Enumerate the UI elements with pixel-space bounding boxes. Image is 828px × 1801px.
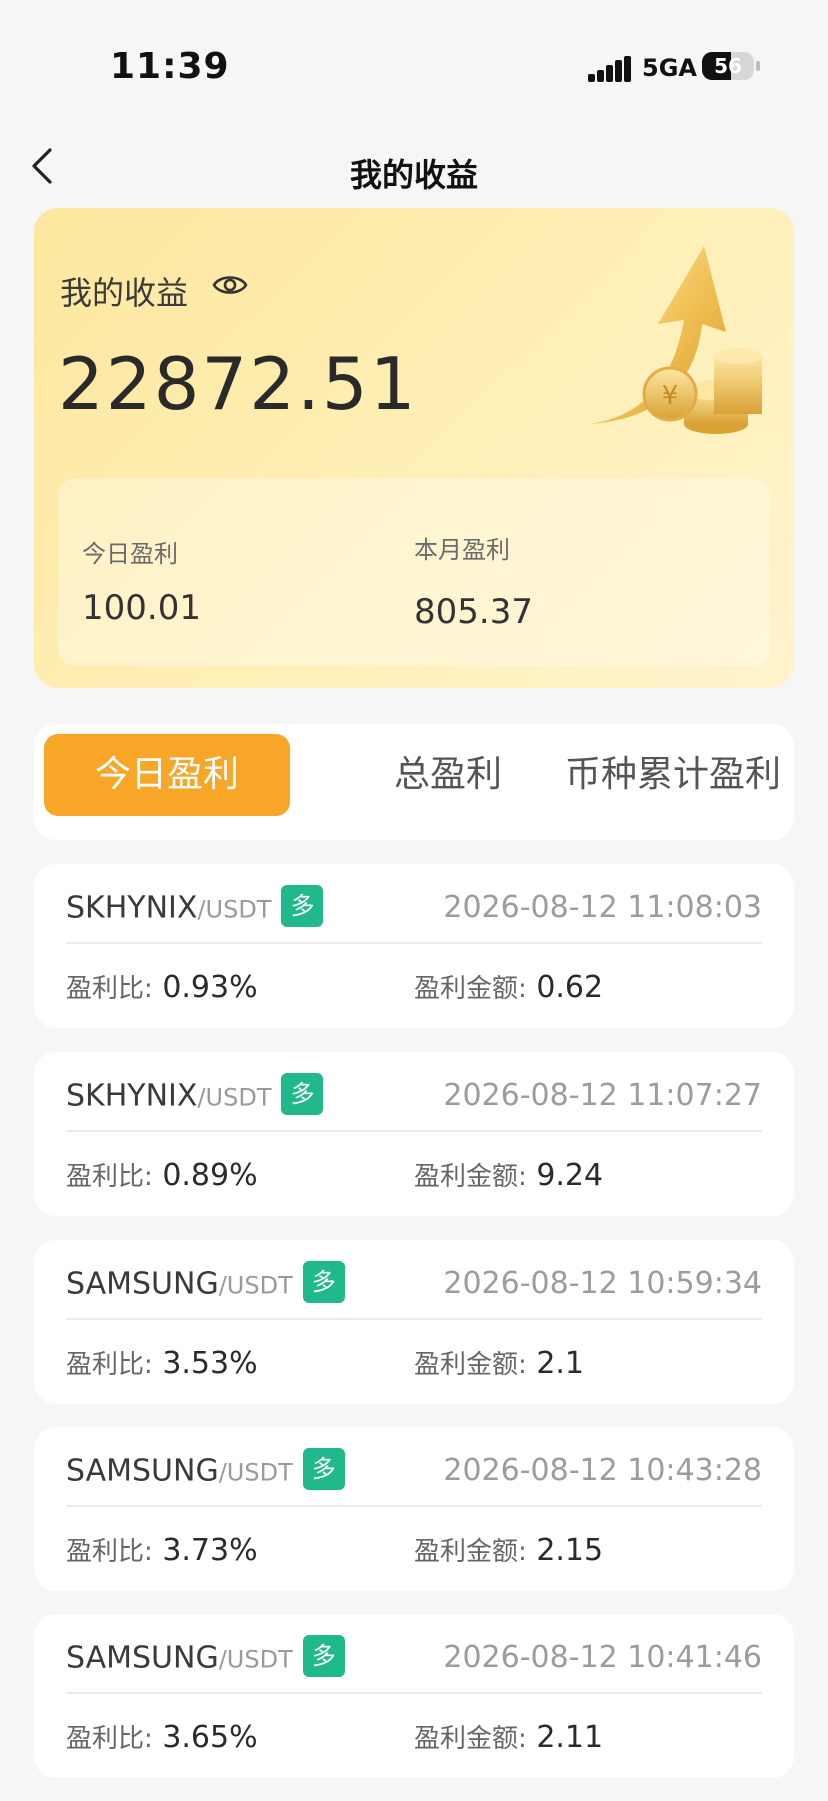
record-symbol: SKHYNIX/USDT 多	[66, 1073, 324, 1118]
profit-ratio: 盈利比: 0.93%	[66, 968, 258, 1005]
profit-record-card[interactable]: SAMSUNG/USDT 多 2026-08-12 10:41:46 盈利比: 3…	[34, 1614, 794, 1778]
svg-text:¥: ¥	[662, 381, 679, 411]
profit-amount-label: 盈利金额:	[414, 1537, 527, 1567]
profit-amount: 盈利金额: 2.11	[414, 1718, 603, 1755]
profit-amount-value: 9.24	[536, 1158, 604, 1193]
long-badge: 多	[281, 1073, 324, 1115]
tab-coin-cumulative-profit[interactable]: 币种累计盈利	[542, 734, 804, 816]
profit-amount: 盈利金额: 2.1	[414, 1344, 584, 1381]
total-earnings: 22872.51	[58, 342, 418, 426]
record-time: 2026-08-12 11:07:27	[443, 1078, 762, 1113]
profit-amount-value: 2.1	[536, 1346, 585, 1381]
profit-amount-label: 盈利金额:	[414, 1162, 527, 1192]
symbol-name: SAMSUNG	[66, 1453, 219, 1489]
profit-amount-value: 0.62	[536, 970, 604, 1005]
divider	[66, 1505, 762, 1507]
profit-breakdown: 今日盈利 100.01 本月盈利 805.37	[58, 478, 770, 666]
symbol-quote: /USDT	[197, 895, 272, 924]
eye-icon[interactable]	[212, 270, 248, 300]
profit-ratio-label: 盈利比:	[66, 1350, 153, 1380]
today-profit-value: 100.01	[82, 588, 201, 628]
long-badge: 多	[302, 1261, 345, 1303]
profit-record-card[interactable]: SAMSUNG/USDT 多 2026-08-12 10:59:34 盈利比: 3…	[34, 1240, 794, 1404]
profit-amount: 盈利金额: 9.24	[414, 1156, 603, 1193]
profit-ratio-value: 3.73%	[162, 1533, 258, 1568]
status-bar: 11:39 5GA 56	[0, 0, 828, 130]
symbol-name: SKHYNIX	[66, 1078, 198, 1114]
profit-record-card[interactable]: SAMSUNG/USDT 多 2026-08-12 10:43:28 盈利比: 3…	[34, 1427, 794, 1591]
profit-tabs: 今日盈利 总盈利 币种累计盈利	[34, 724, 794, 840]
profit-ratio-value: 0.89%	[162, 1158, 258, 1193]
long-badge: 多	[302, 1448, 345, 1490]
profit-ratio-label: 盈利比:	[66, 1537, 153, 1567]
symbol-name: SAMSUNG	[66, 1266, 219, 1302]
profit-ratio-value: 3.65%	[162, 1720, 258, 1755]
page-title: 我的收益	[349, 156, 478, 194]
month-profit-label: 本月盈利	[414, 536, 510, 564]
profit-ratio-label: 盈利比:	[66, 1724, 153, 1754]
divider	[66, 1318, 762, 1320]
record-symbol: SAMSUNG/USDT 多	[66, 1635, 345, 1680]
divider	[66, 1130, 762, 1132]
profit-amount-label: 盈利金额:	[414, 1724, 527, 1754]
symbol-quote: /USDT	[197, 1083, 272, 1112]
nav-bar: 我的收益	[0, 130, 828, 210]
profit-ratio: 盈利比: 3.65%	[66, 1718, 258, 1755]
profit-record-card[interactable]: SKHYNIX/USDT 多 2026-08-12 11:07:27 盈利比: 0…	[34, 1052, 794, 1216]
record-time: 2026-08-12 10:59:34	[443, 1266, 762, 1301]
network-type: 5GA	[642, 54, 697, 82]
symbol-name: SAMSUNG	[66, 1640, 219, 1676]
symbol-quote: /USDT	[218, 1458, 293, 1487]
profit-ratio: 盈利比: 3.53%	[66, 1344, 258, 1381]
battery-tip	[756, 61, 760, 71]
battery-percent: 56	[714, 54, 742, 78]
record-time: 2026-08-12 11:08:03	[443, 890, 762, 925]
record-time: 2026-08-12 10:43:28	[443, 1453, 762, 1488]
symbol-quote: /USDT	[218, 1645, 293, 1674]
divider	[66, 1692, 762, 1694]
profit-amount-value: 2.11	[536, 1720, 604, 1755]
profit-ratio-label: 盈利比:	[66, 1162, 153, 1192]
profit-ratio: 盈利比: 0.89%	[66, 1156, 258, 1193]
cellular-signal-icon	[588, 56, 632, 82]
divider	[66, 942, 762, 944]
profit-amount-label: 盈利金额:	[414, 974, 527, 1004]
arrow-coins-icon: ¥	[586, 244, 776, 434]
record-symbol: SAMSUNG/USDT 多	[66, 1448, 345, 1493]
status-time: 11:39	[110, 46, 230, 87]
tab-today-profit[interactable]: 今日盈利	[44, 734, 290, 816]
month-profit-value: 805.37	[414, 592, 533, 632]
symbol-quote: /USDT	[218, 1271, 293, 1300]
profit-ratio: 盈利比: 3.73%	[66, 1531, 258, 1568]
profit-ratio-value: 3.53%	[162, 1346, 258, 1381]
earnings-summary-card: 我的收益 22872.51 ¥ 今日盈利 100.01 本月盈利 805.37	[34, 208, 794, 688]
long-badge: 多	[302, 1635, 345, 1677]
profit-amount-label: 盈利金额:	[414, 1350, 527, 1380]
record-symbol: SAMSUNG/USDT 多	[66, 1261, 345, 1306]
symbol-name: SKHYNIX	[66, 890, 198, 926]
profit-amount-value: 2.15	[536, 1533, 604, 1568]
today-profit-label: 今日盈利	[82, 540, 178, 568]
long-badge: 多	[281, 885, 324, 927]
profit-amount: 盈利金额: 0.62	[414, 968, 603, 1005]
profit-amount: 盈利金额: 2.15	[414, 1531, 603, 1568]
battery-icon: 56	[702, 52, 754, 80]
profit-ratio-label: 盈利比:	[66, 974, 153, 1004]
record-symbol: SKHYNIX/USDT 多	[66, 885, 324, 930]
record-time: 2026-08-12 10:41:46	[443, 1640, 762, 1675]
profit-ratio-value: 0.93%	[162, 970, 258, 1005]
profit-record-card[interactable]: SKHYNIX/USDT 多 2026-08-12 11:08:03 盈利比: 0…	[34, 864, 794, 1028]
summary-label: 我的收益	[60, 274, 189, 312]
